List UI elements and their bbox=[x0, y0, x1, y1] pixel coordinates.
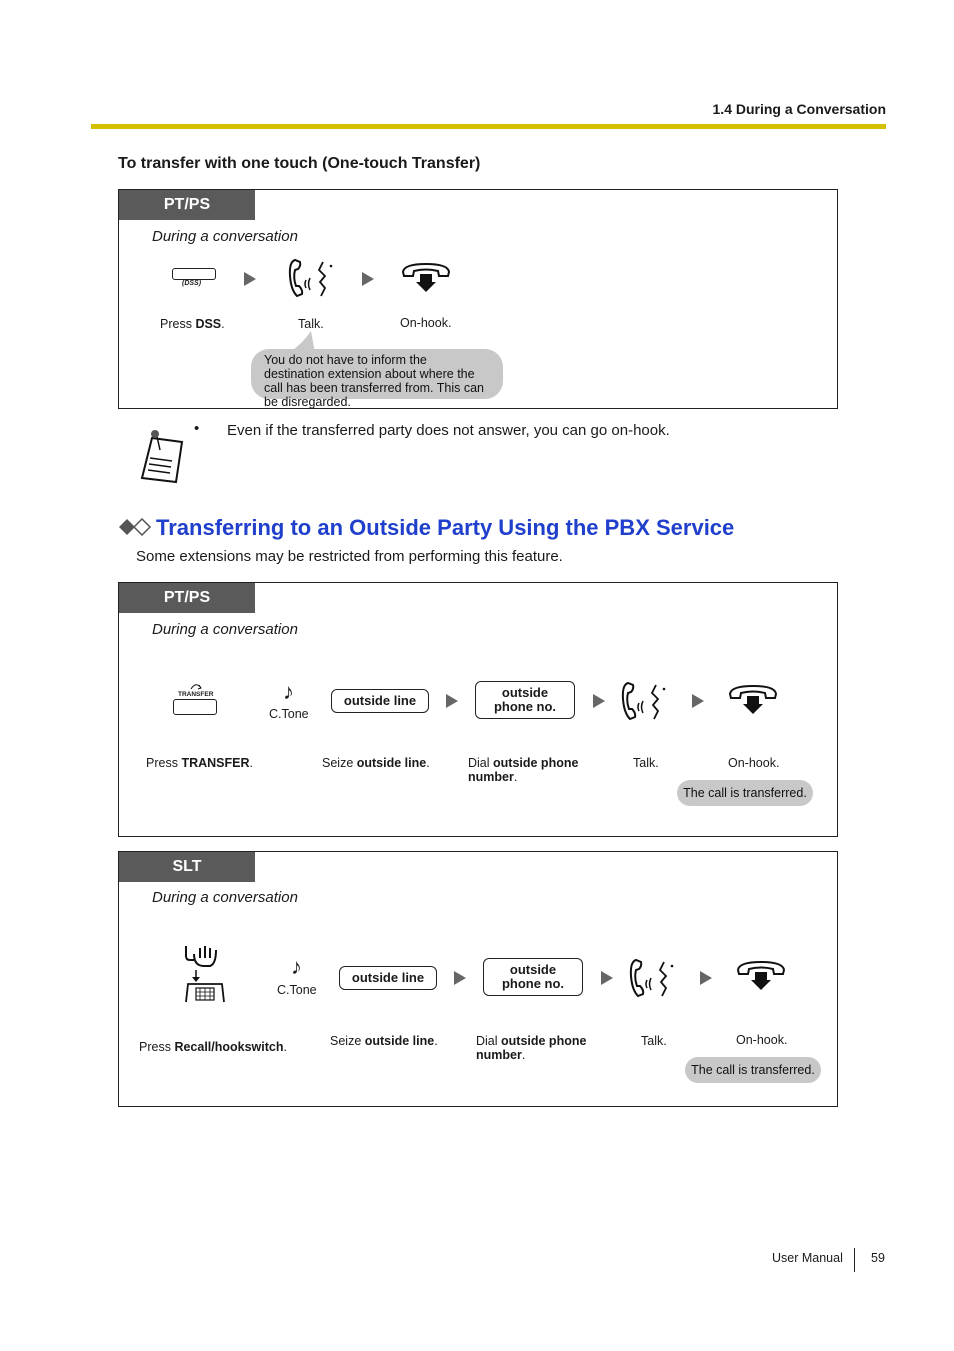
pt-ps-panel-outside: PT/PS During a conversation TRANSFER ♪ C… bbox=[118, 582, 838, 837]
button-line: phone no. bbox=[501, 976, 565, 991]
step-arrow bbox=[446, 694, 458, 708]
step-caption-on-hook: On-hook. bbox=[736, 1033, 788, 1047]
on-hook-icon bbox=[736, 960, 786, 990]
context-label: During a conversation bbox=[152, 228, 298, 245]
step-caption-seize: Seize outside line. bbox=[330, 1034, 438, 1048]
note-bullet: • bbox=[194, 420, 200, 437]
context-label: During a conversation bbox=[152, 889, 298, 906]
slt-panel: SLT During a conversation ♪ C.Tone outsi… bbox=[118, 851, 838, 1107]
hookswitch-icon bbox=[185, 946, 225, 1003]
panel-tag: PT/PS bbox=[119, 190, 255, 220]
section-title: Transferring to an Outside Party Using t… bbox=[156, 515, 735, 540]
note-text: Even if the transferred party does not a… bbox=[227, 422, 670, 439]
outside-phone-number-button[interactable]: outside phone no. bbox=[483, 958, 583, 996]
on-hook-icon bbox=[401, 262, 451, 292]
step-arrow bbox=[362, 272, 374, 286]
step-arrow bbox=[454, 971, 466, 985]
talk-icon bbox=[621, 681, 666, 721]
notepad-icon bbox=[140, 430, 184, 484]
step-caption-talk: Talk. bbox=[633, 756, 659, 770]
step-caption-talk: Talk. bbox=[298, 317, 324, 331]
step-caption-dial: Dial outside phone number. bbox=[476, 1034, 587, 1062]
footer-divider bbox=[854, 1248, 855, 1272]
footer-label: User Manual bbox=[772, 1251, 843, 1265]
talk-icon bbox=[629, 958, 674, 998]
info-bubble: You do not have to inform the destinatio… bbox=[251, 349, 503, 409]
ctone-label: C.Tone bbox=[269, 707, 309, 721]
info-bubble: The call is transferred. bbox=[685, 1057, 821, 1083]
dss-key-icon: (DSS) bbox=[172, 268, 216, 290]
panel-tag: PT/PS bbox=[119, 583, 255, 613]
step-caption-press-recall: Press Recall/hookswitch. bbox=[139, 1040, 287, 1054]
transfer-key-icon: TRANSFER bbox=[173, 682, 219, 718]
transfer-arrow-icon bbox=[190, 684, 202, 690]
subsection-heading: To transfer with one touch (One-touch Tr… bbox=[118, 155, 481, 172]
page-number: 59 bbox=[871, 1251, 885, 1265]
step-arrow bbox=[244, 272, 256, 286]
section-description: Some extensions may be restricted from p… bbox=[136, 548, 563, 565]
step-arrow bbox=[692, 694, 704, 708]
button-line: phone no. bbox=[493, 699, 557, 714]
context-label: During a conversation bbox=[152, 621, 298, 638]
pt-ps-panel-one-touch: PT/PS During a conversation (DSS) Press … bbox=[118, 189, 838, 409]
info-bubble: The call is transferred. bbox=[677, 780, 813, 806]
talk-icon bbox=[288, 258, 333, 298]
step-caption-talk: Talk. bbox=[641, 1034, 667, 1048]
dss-key-label: (DSS) bbox=[182, 280, 202, 287]
step-caption-press-dss: Press DSS. bbox=[160, 317, 225, 331]
panel-tag: SLT bbox=[119, 852, 255, 882]
outside-line-button[interactable]: outside line bbox=[331, 689, 429, 713]
running-header: 1.4 During a Conversation bbox=[712, 101, 886, 117]
step-arrow bbox=[601, 971, 613, 985]
transfer-key-label: TRANSFER bbox=[178, 691, 214, 698]
step-arrow bbox=[593, 694, 605, 708]
double-diamond-icon bbox=[119, 518, 152, 536]
step-caption-seize: Seize outside line. bbox=[322, 756, 430, 770]
ctone-label: C.Tone bbox=[277, 983, 317, 997]
button-line: outside bbox=[501, 685, 549, 700]
outside-line-button[interactable]: outside line bbox=[339, 966, 437, 990]
step-caption-on-hook: On-hook. bbox=[400, 316, 452, 330]
ctone-icon: ♪ bbox=[291, 954, 302, 979]
step-arrow bbox=[700, 971, 712, 985]
step-caption-press-transfer: Press TRANSFER. bbox=[146, 756, 253, 770]
step-caption-dial: Dial outside phone number. bbox=[468, 756, 579, 784]
header-rule bbox=[91, 124, 886, 129]
on-hook-icon bbox=[728, 684, 778, 714]
outside-phone-number-button[interactable]: outside phone no. bbox=[475, 681, 575, 719]
step-caption-on-hook: On-hook. bbox=[728, 756, 780, 770]
button-line: outside bbox=[509, 962, 557, 977]
ctone-icon: ♪ bbox=[283, 679, 294, 704]
